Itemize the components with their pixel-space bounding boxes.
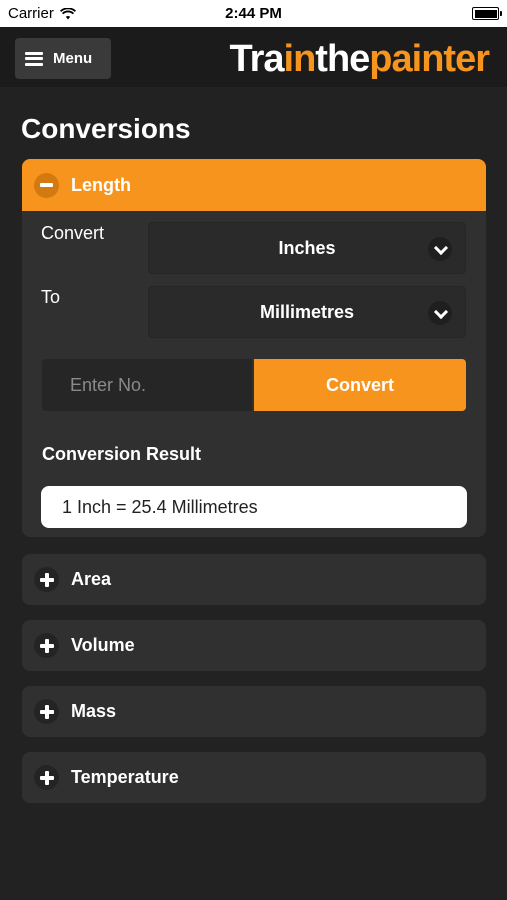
- accordion-header-area[interactable]: Area: [22, 554, 486, 605]
- from-unit-value: Inches: [278, 237, 336, 258]
- chevron-down-icon: [428, 237, 452, 261]
- status-time: 2:44 PM: [225, 5, 282, 22]
- accordion-title-volume: Volume: [71, 635, 135, 655]
- accordion-header-volume[interactable]: Volume: [22, 620, 486, 671]
- accordion-header-mass[interactable]: Mass: [22, 686, 486, 737]
- to-unit-value: Millimetres: [259, 301, 355, 322]
- from-unit-select[interactable]: Inches: [148, 222, 466, 274]
- status-bar: Carrier 2:44 PM: [0, 0, 507, 27]
- result-text: 1 Inch = 25.4 Millimetres: [62, 496, 258, 517]
- number-input[interactable]: [42, 359, 252, 411]
- convert-label: Convert: [41, 223, 105, 243]
- convert-button[interactable]: Convert: [254, 359, 466, 411]
- menu-button[interactable]: Menu: [15, 38, 111, 79]
- result-heading: Conversion Result: [42, 444, 202, 464]
- hamburger-icon: [25, 51, 43, 66]
- chevron-down-icon: [428, 301, 452, 325]
- to-label: To: [41, 287, 61, 307]
- accordion-title-area: Area: [71, 569, 112, 589]
- plus-circle-icon: [34, 699, 59, 724]
- result-box: 1 Inch = 25.4 Millimetres: [41, 486, 467, 528]
- accordion-header-temperature[interactable]: Temperature: [22, 752, 486, 803]
- to-unit-select[interactable]: Millimetres: [148, 286, 466, 338]
- plus-circle-icon: [34, 765, 59, 790]
- accordion-title-length: Length: [71, 174, 131, 195]
- page-title: Conversions: [21, 113, 191, 144]
- accordion-title-mass: Mass: [71, 701, 117, 721]
- plus-circle-icon: [34, 633, 59, 658]
- minus-circle-icon: [34, 172, 59, 198]
- plus-circle-icon: [34, 567, 59, 592]
- app-header: Menu Trainthepainter: [0, 27, 507, 87]
- menu-label: Menu: [53, 50, 93, 67]
- logo: Trainthepainter: [229, 38, 490, 80]
- accordion-header-length[interactable]: Length: [22, 159, 486, 211]
- accordion-title-temperature: Temperature: [71, 767, 179, 787]
- accordion-length: Length Convert Inches To Millimetres Con…: [22, 159, 486, 537]
- battery-icon: [472, 7, 502, 20]
